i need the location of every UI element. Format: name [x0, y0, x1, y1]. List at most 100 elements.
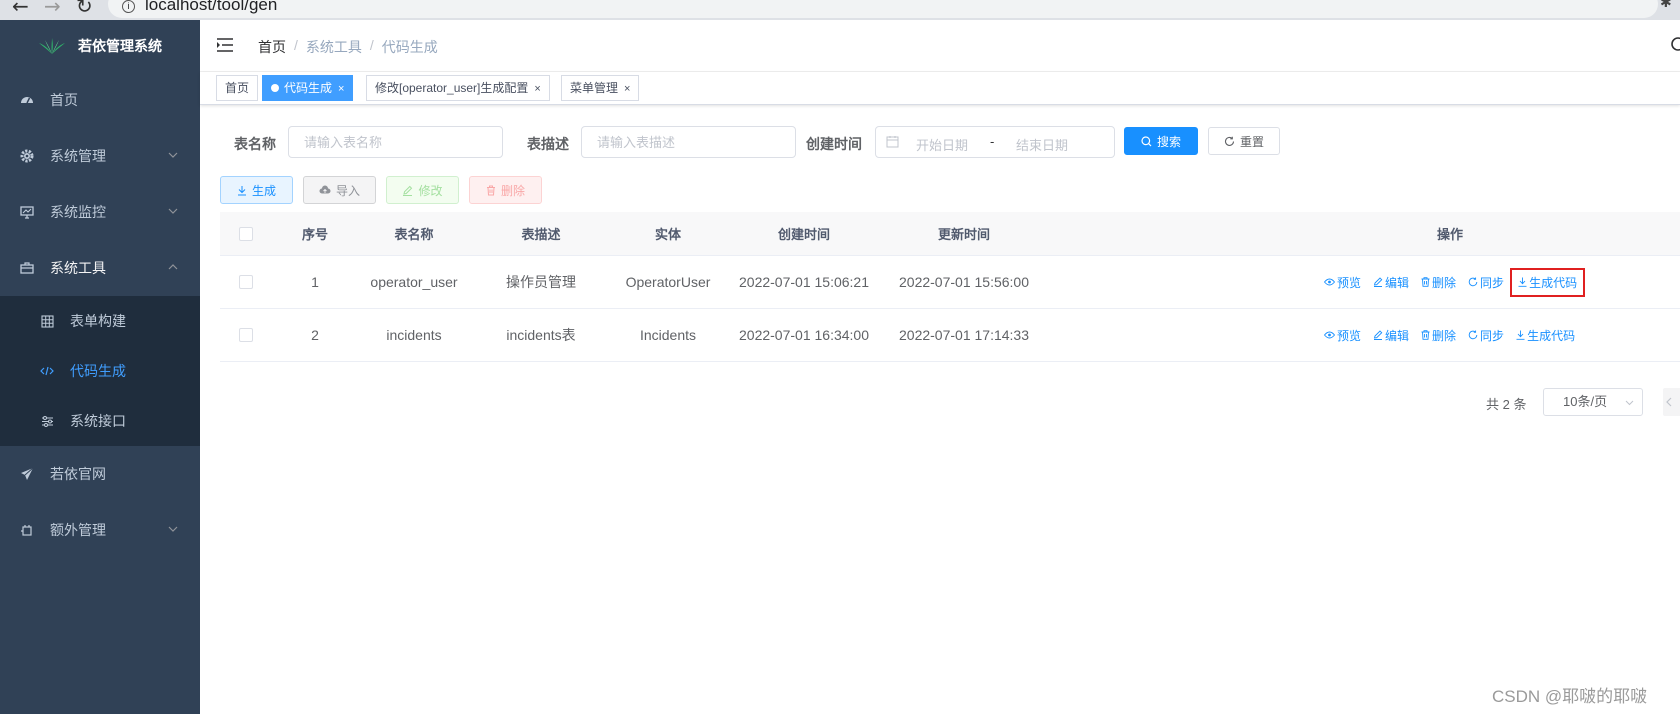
forward-icon[interactable]: →	[44, 0, 61, 18]
create-time-label: 创建时间	[806, 136, 862, 152]
search-icon[interactable]	[1670, 36, 1680, 54]
sidebar-item-label: 系统管理	[50, 148, 106, 164]
cell-entity: Incidents	[639, 327, 697, 343]
tag-home[interactable]: 首页	[216, 75, 259, 101]
tag-code-gen[interactable]: 代码生成 ×	[262, 75, 354, 101]
cell-create-time: 2022-07-01 16:34:00	[739, 327, 869, 343]
table-icon	[40, 314, 54, 328]
sidebar-item-extra-management[interactable]: 额外管理	[0, 502, 200, 558]
sidebar-logo[interactable]: 若依管理系统	[0, 20, 200, 72]
preview-link[interactable]: 预览	[1324, 274, 1361, 291]
select-all-checkbox-cell	[220, 212, 272, 255]
sidebar-item-ruoyi-site[interactable]: 若依官网	[0, 446, 200, 502]
paper-plane-icon	[20, 467, 34, 481]
delete-label: 删除	[1432, 275, 1457, 290]
plugin-icon	[20, 523, 34, 537]
browser-toolbar: ← → ↻ i localhost/tool/gen ✱	[0, 0, 1680, 20]
site-info-icon[interactable]: i	[122, 0, 135, 13]
sidebar-item-form-builder[interactable]: 表单构建	[0, 296, 200, 346]
toolbox-icon	[20, 261, 34, 275]
hamburger-icon[interactable]	[216, 37, 234, 53]
refresh-icon	[1468, 277, 1478, 287]
delete-button[interactable]: 删除	[469, 176, 542, 204]
breadcrumb-level1: 系统工具	[305, 39, 362, 55]
header-table-name: 表名称	[394, 227, 434, 242]
address-bar[interactable]: i localhost/tool/gen	[108, 0, 1658, 18]
delete-label: 删除	[1432, 328, 1457, 343]
sidebar-item-home[interactable]: 首页	[0, 72, 200, 128]
table-name-input[interactable]	[288, 126, 503, 158]
prev-page-button[interactable]	[1663, 388, 1680, 416]
close-icon[interactable]: ×	[624, 83, 630, 95]
import-button[interactable]: 导入	[303, 176, 376, 204]
download-icon	[1516, 330, 1525, 340]
breadcrumb-home[interactable]: 首页	[258, 37, 286, 57]
generate-button-label: 生成	[251, 183, 276, 198]
row-checkbox[interactable]	[239, 275, 253, 289]
table-desc-input[interactable]	[581, 126, 796, 158]
cell-create-time: 2022-07-01 15:06:21	[739, 274, 869, 290]
close-icon[interactable]: ×	[534, 83, 540, 95]
preview-label: 预览	[1337, 328, 1362, 343]
watermark: CSDN @耶啵的耶啵	[1492, 687, 1648, 706]
dashboard-icon	[20, 93, 34, 107]
sidebar-item-label: 系统接口	[70, 413, 126, 429]
sidebar-item-system-monitor[interactable]: 系统监控	[0, 184, 200, 240]
refresh-icon	[1468, 330, 1478, 340]
edit-link[interactable]: 编辑	[1373, 274, 1409, 291]
date-range-picker[interactable]: 开始日期 - 结束日期	[875, 126, 1115, 158]
sidebar-item-label: 额外管理	[50, 522, 106, 538]
page-size-select[interactable]: 10条/页	[1543, 388, 1643, 416]
preview-link[interactable]: 预览	[1324, 327, 1361, 344]
reset-button[interactable]: 重置	[1208, 127, 1280, 155]
row-checkbox[interactable]	[239, 328, 253, 342]
row-checkbox-cell	[220, 256, 272, 308]
search-button[interactable]: 搜索	[1124, 127, 1198, 155]
header-entity: 实体	[654, 227, 681, 242]
breadcrumb-level2: 代码生成	[381, 39, 438, 55]
edit-icon	[1373, 330, 1383, 340]
tag-label: 首页	[225, 81, 250, 95]
code-icon	[40, 364, 54, 378]
table-desc-label: 表描述	[527, 136, 569, 152]
reload-icon[interactable]: ↻	[76, 0, 93, 18]
generate-code-link[interactable]: 生成代码	[1516, 327, 1575, 344]
sidebar-item-system-tools[interactable]: 系统工具	[0, 240, 200, 296]
close-icon[interactable]: ×	[338, 83, 344, 95]
cell-index: 2	[311, 327, 319, 343]
sidebar-item-system-management[interactable]: 系统管理	[0, 128, 200, 184]
tags-view: 首页 代码生成 × 修改[operator_user]生成配置 × 菜单管理 ×	[200, 72, 1680, 105]
header-update-time: 更新时间	[937, 227, 990, 242]
delete-link[interactable]: 删除	[1421, 274, 1456, 291]
sidebar-title: 若依管理系统	[78, 38, 162, 54]
edit-link[interactable]: 编辑	[1373, 327, 1409, 344]
chevron-left-icon	[1666, 397, 1672, 407]
sync-link[interactable]: 同步	[1468, 274, 1504, 291]
extensions-icon[interactable]: ✱	[1660, 0, 1672, 11]
tag-label: 菜单管理	[570, 81, 619, 95]
sidebar-item-label: 代码生成	[70, 363, 126, 379]
cell-update-time: 2022-07-01 15:56:00	[899, 274, 1029, 290]
eye-icon	[1324, 331, 1335, 339]
select-all-checkbox[interactable]	[239, 226, 253, 241]
reset-button-label: 重置	[1239, 134, 1264, 149]
gen-table: 序号 表名称 表描述 实体 创建时间 更新时间 操作 1 operator_us…	[220, 212, 1680, 362]
generate-button[interactable]: 生成	[220, 176, 293, 204]
sidebar-item-code-gen[interactable]: 代码生成	[0, 346, 200, 396]
tag-edit-gen-config[interactable]: 修改[operator_user]生成配置 ×	[366, 75, 550, 101]
edit-button[interactable]: 修改	[386, 176, 459, 204]
sync-link[interactable]: 同步	[1468, 327, 1504, 344]
generate-code-label: 生成代码	[1527, 328, 1576, 343]
tag-menu-management[interactable]: 菜单管理 ×	[561, 75, 640, 101]
delete-link[interactable]: 删除	[1421, 327, 1456, 344]
edit-label: 编辑	[1385, 328, 1410, 343]
delete-button-label: 删除	[500, 183, 525, 198]
back-icon[interactable]: ←	[12, 0, 29, 18]
cell-table-desc: incidents表	[506, 327, 576, 343]
refresh-icon	[1225, 136, 1235, 146]
cell-table-desc: 操作员管理	[506, 274, 576, 290]
end-date-input[interactable]: 结束日期	[1016, 135, 1068, 154]
sidebar-item-system-api[interactable]: 系统接口	[0, 396, 200, 446]
start-date-input[interactable]: 开始日期	[916, 135, 968, 154]
generate-code-link[interactable]: 生成代码	[1510, 267, 1586, 297]
